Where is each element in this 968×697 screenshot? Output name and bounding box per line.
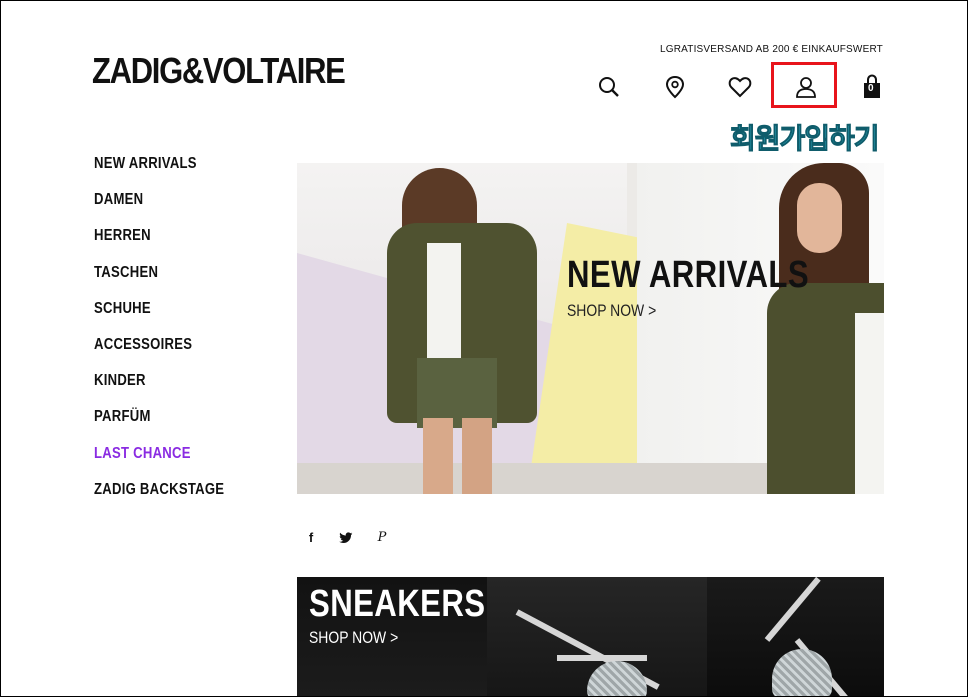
search-icon[interactable] (595, 73, 623, 101)
sidebar-nav: NEW ARRIVALS DAMEN HERREN TASCHEN SCHUHE… (94, 154, 253, 516)
signup-annotation: 회원가입하기 (730, 122, 881, 156)
shopping-bag-icon[interactable]: 0 (858, 73, 886, 101)
nav-item-herren[interactable]: HERREN (94, 226, 224, 262)
brand-logo[interactable]: ZADIG&VOLTAIRE (92, 53, 346, 89)
nav-item-accessoires[interactable]: ACCESSOIRES (94, 335, 224, 371)
store-locator-icon[interactable] (661, 73, 689, 101)
nav-item-new-arrivals[interactable]: NEW ARRIVALS (94, 154, 224, 190)
browser-viewport: ZADIG&VOLTAIRE LGRATISVERSAND AB 200 € E… (0, 0, 968, 697)
facebook-icon[interactable]: f (303, 530, 319, 546)
model-leg (462, 418, 492, 494)
account-highlight-box (771, 62, 837, 108)
nav-item-parfum[interactable]: PARFÜM (94, 407, 224, 443)
model-shirt (855, 313, 884, 494)
nav-item-taschen[interactable]: TASCHEN (94, 263, 224, 299)
banner-sneakers[interactable]: SNEAKERS SHOP NOW > (297, 577, 884, 696)
banner-title: SNEAKERS (309, 583, 486, 625)
hero-shop-now-link[interactable]: SHOP NOW > (567, 301, 656, 321)
hero-banner-new-arrivals[interactable]: NEW ARRIVALS SHOP NOW > (297, 163, 884, 494)
free-shipping-banner: LGRATISVERSAND AB 200 € EINKAUFSWERT (659, 44, 883, 55)
cart-count-badge: 0 (868, 83, 874, 94)
hero-title: NEW ARRIVALS (567, 254, 810, 296)
wishlist-heart-icon[interactable] (726, 73, 754, 101)
nav-item-damen[interactable]: DAMEN (94, 190, 224, 226)
banner-shop-now-link[interactable]: SHOP NOW > (309, 628, 398, 648)
display-rail (557, 655, 647, 661)
nav-item-schuhe[interactable]: SCHUHE (94, 299, 224, 335)
nav-item-kinder[interactable]: KINDER (94, 371, 224, 407)
twitter-icon[interactable] (338, 530, 354, 546)
nav-item-last-chance[interactable]: LAST CHANCE (94, 444, 224, 480)
nav-item-zadig-backstage[interactable]: ZADIG BACKSTAGE (94, 480, 224, 516)
model-shirt (427, 243, 461, 363)
model-leg (423, 418, 453, 494)
pinterest-icon[interactable]: P (374, 530, 390, 546)
model-face (797, 183, 842, 253)
